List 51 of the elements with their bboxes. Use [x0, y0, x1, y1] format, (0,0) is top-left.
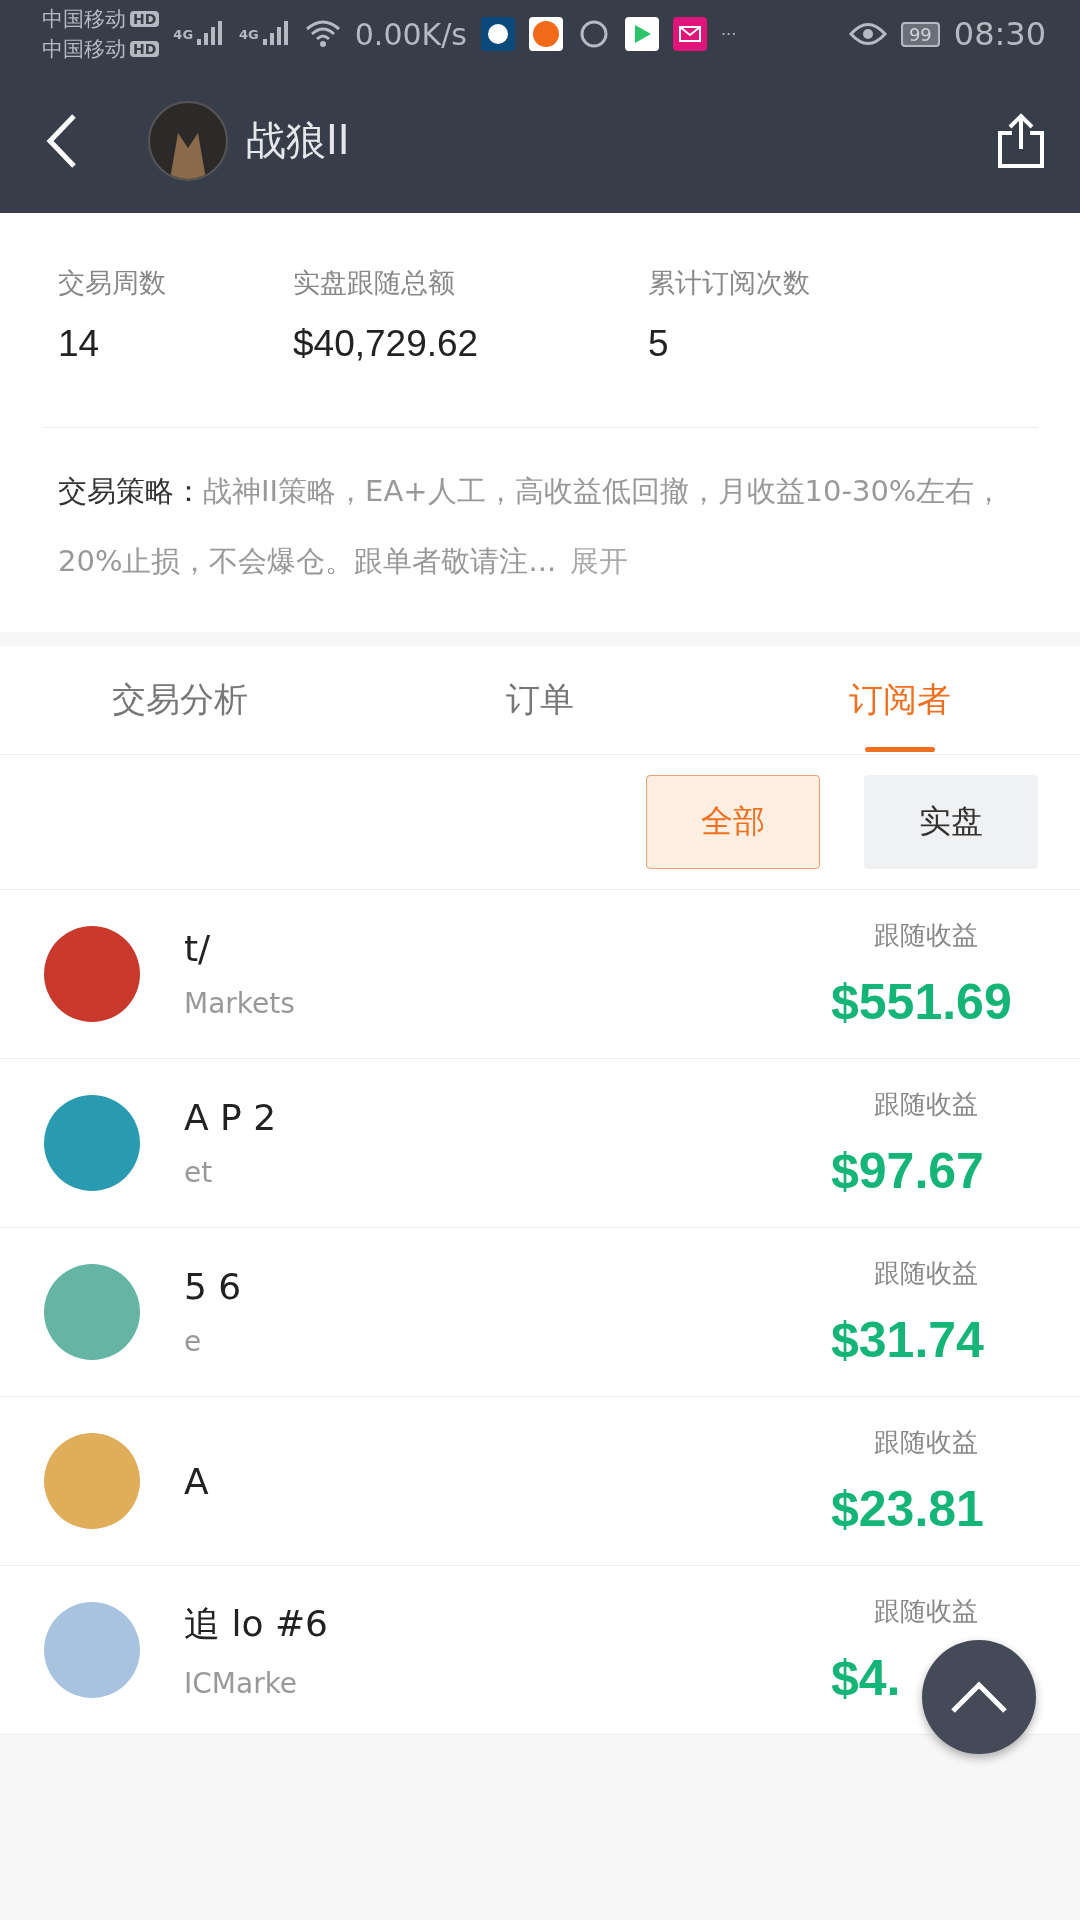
profit-value: $97.67 [831, 1142, 984, 1199]
mail-icon [673, 17, 707, 51]
profit-label: 跟随收益 [874, 1256, 978, 1290]
profit-value: $23.81 [831, 1480, 984, 1537]
stat-value: 5 [648, 323, 670, 365]
broker-name: e [184, 1325, 203, 1358]
subscriber-row[interactable]: 追 lo #6 ICMarke 跟随收益 $4. [0, 1566, 1080, 1735]
hd-badge: HD [130, 11, 160, 27]
profit-label: 跟随收益 [874, 1087, 978, 1121]
chevron-up-icon [949, 1679, 1009, 1715]
clock: 08:30 [953, 15, 1046, 53]
hd-badge: HD [130, 41, 160, 57]
subscriber-name: A [184, 1460, 210, 1502]
stat-label: 实盘跟随总额 [293, 266, 456, 300]
carrier-label: 中国移动 [42, 36, 126, 63]
network-label: 4G [239, 26, 259, 42]
broker-name: ICMarke [184, 1667, 299, 1700]
strategy-text: 交易策略：战神II策略，EA+人工，高收益低回撤，月收益10-30%左右，20%止损，不会爆仓。跟单者敬请注... 展开 [57, 473, 1005, 580]
play-icon [625, 17, 659, 51]
profit-value: $551.69 [831, 973, 1012, 1030]
subscriber-name: A P 2 [184, 1097, 278, 1138]
stat-label: 累计订阅次数 [648, 266, 811, 300]
trader-name: 战狼II [246, 116, 351, 165]
profit-label: 跟随收益 [874, 1594, 978, 1628]
stat-value: 14 [58, 323, 101, 365]
subscriber-row[interactable]: 5 6 e 跟随收益 $31.74 [0, 1228, 1080, 1397]
broker-name: et [184, 1156, 214, 1189]
broker-name: Markets [184, 987, 296, 1020]
stat-label: 交易周数 [58, 266, 167, 300]
subscriber-row[interactable]: A P 2 et 跟随收益 $97.67 [0, 1059, 1080, 1228]
tab[interactable]: 交易分析 [0, 646, 360, 754]
carrier-label: 中国移动 [42, 6, 126, 33]
network-speed: 0.00K/s [354, 16, 467, 52]
tab[interactable]: 订单 [360, 646, 720, 754]
more-notifications: ··· [721, 24, 737, 44]
subscriber-name: 追 lo #6 [184, 1602, 329, 1646]
eye-icon [848, 21, 887, 47]
filter-button[interactable]: 实盘 [864, 775, 1038, 869]
subscriber-row[interactable]: t/ Markets 跟随收益 $551.69 [0, 890, 1080, 1059]
share-icon[interactable] [996, 112, 1046, 169]
wifi-icon [304, 19, 341, 49]
subscriber-row[interactable]: A 跟随收益 $23.81 [0, 1397, 1080, 1566]
profit-label: 跟随收益 [874, 1425, 978, 1459]
network-label: 4G [173, 26, 194, 42]
profit-value: $4. [831, 1649, 901, 1706]
profit-label: 跟随收益 [874, 918, 978, 952]
profit-value: $31.74 [831, 1311, 984, 1368]
stat-value: $40,729.62 [293, 323, 480, 365]
subscriber-name: t/ [184, 928, 212, 969]
subscriber-name: 5 6 [184, 1266, 243, 1307]
battery-level: 99 [900, 21, 940, 47]
